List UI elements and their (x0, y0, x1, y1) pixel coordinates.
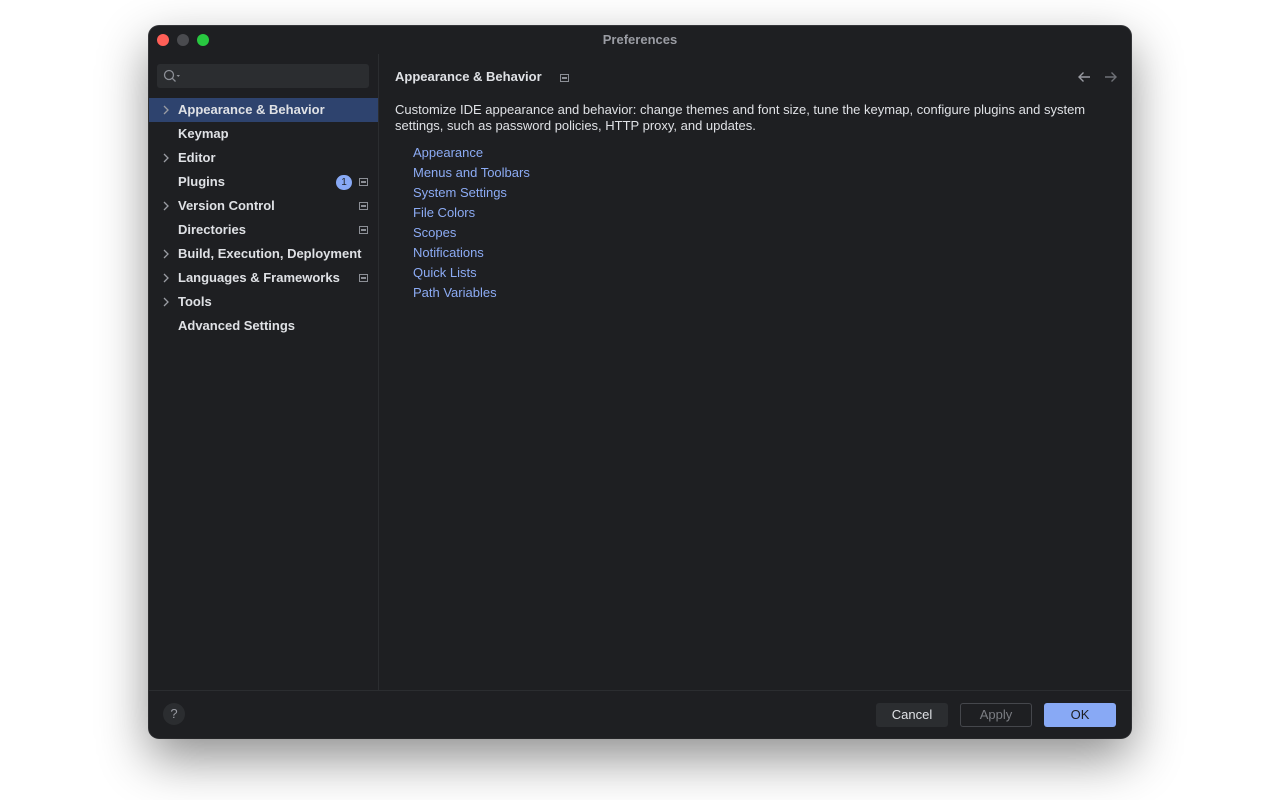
link-file-colors[interactable]: File Colors (413, 203, 530, 223)
forward-arrow-icon[interactable] (1104, 70, 1118, 84)
sidebar-item-build-execution-deployment[interactable]: Build, Execution, Deployment (149, 242, 378, 266)
ok-button[interactable]: OK (1044, 703, 1116, 727)
link-path-variables[interactable]: Path Variables (413, 283, 530, 303)
sidebar-item-appearance-behavior[interactable]: Appearance & Behavior (149, 98, 378, 122)
sidebar-item-label: Languages & Frameworks (178, 270, 340, 285)
search-icon (163, 69, 180, 82)
sidebar-item-label: Advanced Settings (178, 318, 296, 333)
sidebar-item-label: Appearance & Behavior (178, 102, 325, 117)
subpage-links: Appearance Menus and Toolbars System Setti… (413, 143, 530, 303)
link-menus-and-toolbars[interactable]: Menus and Toolbars (413, 163, 530, 183)
sidebar-item-version-control[interactable]: Version Control (149, 194, 378, 218)
chevron-right-icon[interactable] (162, 249, 170, 259)
link-notifications[interactable]: Notifications (413, 243, 530, 263)
content-panel: Appearance & Behavior Customize IDE appe… (379, 54, 1131, 691)
link-quick-lists[interactable]: Quick Lists (413, 263, 530, 283)
link-scopes[interactable]: Scopes (413, 223, 530, 243)
sidebar-item-editor[interactable]: Editor (149, 146, 378, 170)
preferences-window: Preferences Appearance & Behavior Keymap E… (149, 26, 1131, 738)
page-description: Customize IDE appearance and behavior: c… (395, 102, 1086, 133)
help-button[interactable]: ? (163, 703, 185, 725)
back-arrow-icon[interactable] (1077, 70, 1091, 84)
settings-sidebar: Appearance & Behavior Keymap Editor Plugins… (149, 54, 379, 691)
chevron-right-icon[interactable] (162, 297, 170, 307)
link-appearance[interactable]: Appearance (413, 143, 530, 163)
cancel-button[interactable]: Cancel (876, 703, 948, 727)
page-title: Appearance & Behavior (395, 69, 542, 84)
search-box[interactable] (157, 64, 369, 88)
sidebar-item-advanced-settings[interactable]: Advanced Settings (149, 314, 378, 338)
search-input[interactable] (185, 66, 369, 88)
project-level-icon (359, 226, 368, 234)
sidebar-item-languages-frameworks[interactable]: Languages & Frameworks (149, 266, 378, 290)
sidebar-item-label: Tools (178, 294, 212, 309)
sidebar-item-label: Keymap (178, 126, 229, 141)
project-level-icon (359, 202, 368, 210)
sidebar-item-directories[interactable]: Directories (149, 218, 378, 242)
sidebar-item-label: Plugins (178, 174, 225, 189)
link-system-settings[interactable]: System Settings (413, 183, 530, 203)
sidebar-item-tools[interactable]: Tools (149, 290, 378, 314)
sidebar-item-label: Editor (178, 150, 216, 165)
update-count-badge: 1 (336, 175, 352, 190)
chevron-right-icon[interactable] (162, 201, 170, 211)
project-level-icon (359, 274, 368, 282)
sidebar-item-label: Version Control (178, 198, 275, 213)
sidebar-item-plugins[interactable]: Plugins 1 (149, 170, 378, 194)
chevron-right-icon[interactable] (162, 153, 170, 163)
project-level-icon (560, 74, 569, 82)
title-bar: Preferences (149, 26, 1131, 54)
project-level-icon (359, 178, 368, 186)
sidebar-item-keymap[interactable]: Keymap (149, 122, 378, 146)
apply-button[interactable]: Apply (960, 703, 1032, 727)
sidebar-item-label: Directories (178, 222, 246, 237)
dialog-footer: ? Cancel Apply OK (149, 690, 1131, 738)
window-title: Preferences (602, 32, 678, 47)
chevron-right-icon[interactable] (162, 105, 170, 115)
sidebar-item-label: Build, Execution, Deployment (178, 246, 362, 261)
settings-tree: Appearance & Behavior Keymap Editor Plugins… (149, 98, 378, 338)
chevron-right-icon[interactable] (162, 273, 170, 283)
